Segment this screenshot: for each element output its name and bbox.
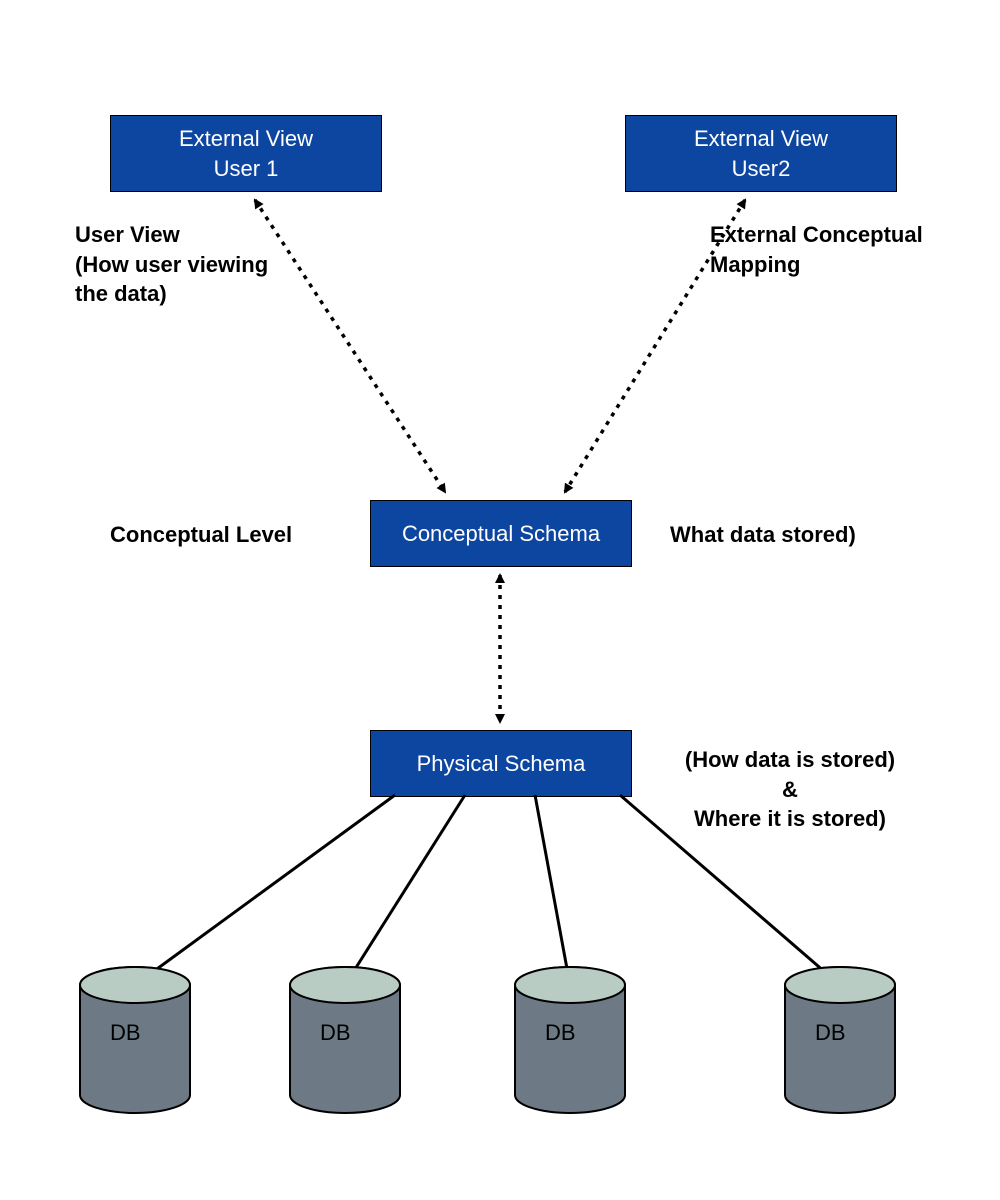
ext-concept-map-line1: External Conceptual [710,220,970,250]
db-cylinder-4: DB [785,967,895,1113]
line-physical-to-db1 [135,795,395,985]
db-cylinder-1: DB [80,967,190,1113]
db-cylinder-2: DB [290,967,400,1113]
line-physical-to-db3 [535,795,570,985]
physical-schema-box: Physical Schema [370,730,632,797]
what-data-stored-label: What data stored) [670,520,856,550]
db-2-label: DB [320,1020,351,1045]
db-3-label: DB [545,1020,576,1045]
conceptual-level-label: Conceptual Level [110,520,292,550]
external-view-user2-line2: User2 [732,154,791,184]
db-1-label: DB [110,1020,141,1045]
line-physical-to-db2 [345,795,465,985]
conceptual-level-text: Conceptual Level [110,522,292,547]
how-stored-line2: & [660,775,920,805]
how-data-stored-label: (How data is stored) & Where it is store… [660,745,920,834]
db-cylinder-3: DB [515,967,625,1113]
user-view-label: User View (How user viewing the data) [75,220,325,309]
user-view-line1: User View [75,220,325,250]
external-view-user2-box: External View User2 [625,115,897,192]
external-view-user1-line1: External View [179,124,313,154]
how-stored-line3: Where it is stored) [660,804,920,834]
conceptual-schema-label: Conceptual Schema [402,519,600,549]
what-data-stored-text: What data stored) [670,522,856,547]
external-view-user1-line2: User 1 [214,154,279,184]
db-4-label: DB [815,1020,846,1045]
conceptual-schema-box: Conceptual Schema [370,500,632,567]
external-view-user1-box: External View User 1 [110,115,382,192]
user-view-line2: (How user viewing [75,250,325,280]
physical-schema-label: Physical Schema [417,749,586,779]
external-view-user2-line1: External View [694,124,828,154]
ext-concept-map-line2: Mapping [710,250,970,280]
how-stored-line1: (How data is stored) [660,745,920,775]
external-conceptual-mapping-label: External Conceptual Mapping [710,220,970,279]
user-view-line3: the data) [75,279,325,309]
